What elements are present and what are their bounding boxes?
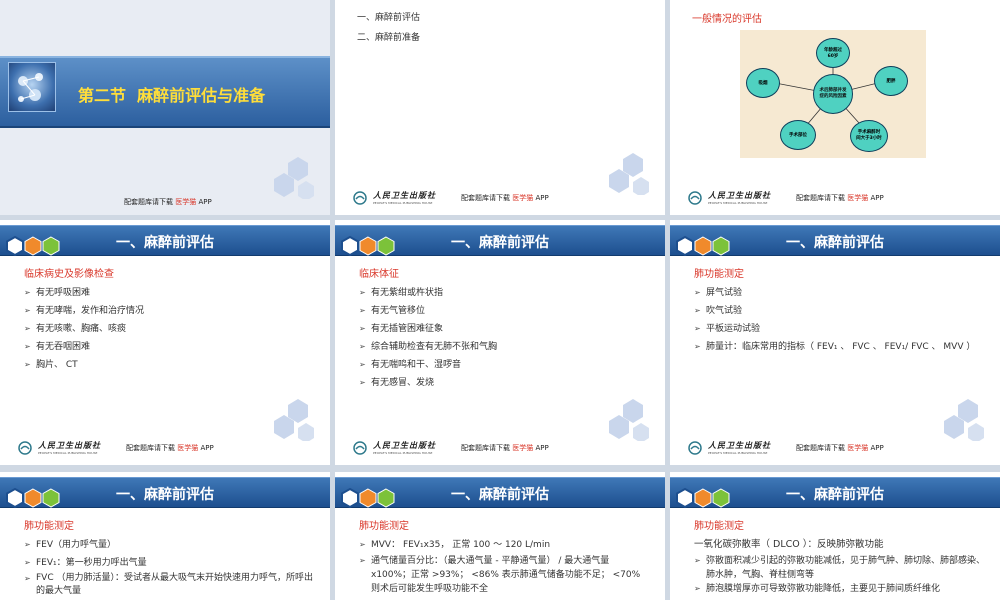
molecule-icon xyxy=(18,73,43,102)
bullet-item: 有无感冒、发烧 xyxy=(359,374,651,392)
bullet-item: FEV₁：第一秒用力呼出气量 xyxy=(24,554,316,572)
bullet-item: 肺泡膜增厚亦可导致弥散功能降低，主要见于肺间质纤维化 xyxy=(694,582,986,596)
section-bar: 一、麻醉前评估 xyxy=(335,225,665,256)
section-bar: 一、麻醉前评估 xyxy=(0,225,330,256)
publisher-icon xyxy=(688,441,702,455)
publisher-icon xyxy=(353,441,367,455)
slide-heading: 肺功能测定 xyxy=(24,521,74,532)
slide-subheading: 一氧化碳弥散率（ DLCO ）：反映肺弥散功能 xyxy=(694,539,884,550)
publisher-logo: 人民卫生出版社 PEOPLE'S MEDICAL PUBLISHING HOUS… xyxy=(18,440,108,457)
hex-decoration xyxy=(274,157,314,199)
slide-1[interactable]: 第二节 麻醉前评估与准备 配套题库请下载 医学猫 APP xyxy=(0,0,330,215)
footer: 人民卫生出版社 PEOPLE'S MEDICAL PUBLISHING HOUS… xyxy=(353,190,665,207)
diagram-node: 手术部位 xyxy=(780,120,816,150)
diagram-center: 术后肺部并发症的风险因素 xyxy=(813,74,853,114)
section-title: 一、麻醉前评估 xyxy=(451,235,549,251)
app-download-note: 配套题库请下载 医学猫 APP xyxy=(461,194,549,202)
slide-heading: 一般情况的评估 xyxy=(692,14,762,25)
bullet-item: 肺量计：临床常用的指标（ FEV₁ 、 FVC 、 FEV₁/ FVC 、 MV… xyxy=(694,338,986,356)
section-bar: 一、麻醉前评估 xyxy=(670,225,1000,256)
slide-7[interactable]: 一、麻醉前评估 肺功能测定 FEV（用力呼气量） FEV₁：第一秒用力呼出气量 … xyxy=(0,472,330,600)
hex-decoration xyxy=(944,399,984,441)
bullet-item: 有无插管困难征象 xyxy=(359,320,651,338)
bullet-item: MVV： FEV₁x35， 正常 100 ～ 120 L/min xyxy=(359,536,651,554)
app-download-note: 配套题库请下载 医学猫 APP xyxy=(461,444,549,452)
bullet-item: 平板运动试验 xyxy=(694,320,986,338)
diagram-node: 年龄超过60岁 xyxy=(816,38,850,68)
slide-heading: 肺功能测定 xyxy=(359,521,409,532)
footer: 人民卫生出版社 PEOPLE'S MEDICAL PUBLISHING HOUS… xyxy=(353,440,665,457)
publisher-logo: 人民卫生出版社 PEOPLE'S MEDICAL PUBLISHING HOUS… xyxy=(688,190,778,207)
section-bar: 一、麻醉前评估 xyxy=(335,477,665,508)
hex-decoration xyxy=(609,153,649,195)
slide-heading: 临床病史及影像检查 xyxy=(24,269,114,280)
slide-2[interactable]: 一、麻醉前评估 二、麻醉前准备 人民卫生出版社 PEOPLE'S MEDICAL… xyxy=(335,0,665,215)
bullet-item: 弥散面积减少引起的弥散功能减低，见于肺气肿、肺切除、肺部感染、肺水肿，气胸、脊柱… xyxy=(694,554,986,582)
bullet-item: 通气储量百分比：（最大通气量 - 平静通气量） / 最大通气量 x100%；正常… xyxy=(359,554,651,596)
bullet-item: 有无紫绀或杵状指 xyxy=(359,284,651,302)
slide-body: 肺功能测定 FEV（用力呼气量） FEV₁：第一秒用力呼出气量 FVC （用力肺… xyxy=(24,518,316,598)
app-download-note: 配套题库请下载 医学猫 APP xyxy=(796,444,884,452)
slide-body: 肺功能测定 一氧化碳弥散率（ DLCO ）：反映肺弥散功能 弥散面积减少引起的弥… xyxy=(694,518,986,596)
slide-6[interactable]: 一、麻醉前评估 肺功能测定 屏气试验 吹气试验 平板运动试验 肺量计：临床常用的… xyxy=(670,220,1000,465)
app-download-note: 配套题库请下载 医学猫 APP xyxy=(796,194,884,202)
bullet-item: 有无吞咽困难 xyxy=(24,338,316,356)
section-title: 一、麻醉前评估 xyxy=(116,487,214,503)
publisher-logo: 人民卫生出版社 PEOPLE'S MEDICAL PUBLISHING HOUS… xyxy=(353,440,443,457)
section-title: 一、麻醉前评估 xyxy=(116,235,214,251)
app-download-note: 配套题库请下载 医学猫 APP xyxy=(126,444,214,452)
bullet-item: 有无呼吸困难 xyxy=(24,284,316,302)
hex-decoration xyxy=(274,399,314,441)
publisher-logo: 人民卫生出版社 PEOPLE'S MEDICAL PUBLISHING HOUS… xyxy=(688,440,778,457)
bullet-item: 吹气试验 xyxy=(694,302,986,320)
hex-decoration xyxy=(609,399,649,441)
banner-photo xyxy=(8,62,56,112)
bullet-item: FVC （用力肺活量）：受试者从最大吸气末开始快速用力呼气，所呼出的最大气量 xyxy=(24,572,316,598)
bullet-item: FEV（用力呼气量） xyxy=(24,536,316,554)
slide-body: 临床体征 有无紫绀或杵状指 有无气管移位 有无插管困难征象 综合辅助检查有无肺不… xyxy=(359,266,651,392)
diagram-node: 吸烟 xyxy=(746,68,780,98)
publisher-logo: 人民卫生出版社 PEOPLE'S MEDICAL PUBLISHING HOUS… xyxy=(353,190,443,207)
diagram-node: 手术麻醉时间大于3小时 xyxy=(850,120,888,152)
section-bar: 一、麻醉前评估 xyxy=(0,477,330,508)
footer: 人民卫生出版社 PEOPLE'S MEDICAL PUBLISHING HOUS… xyxy=(688,190,1000,207)
section-bar: 一、麻醉前评估 xyxy=(670,477,1000,508)
slide-heading: 肺功能测定 xyxy=(694,521,744,532)
publisher-icon xyxy=(18,441,32,455)
slide-8[interactable]: 一、麻醉前评估 肺功能测定 MVV： FEV₁x35， 正常 100 ～ 120… xyxy=(335,472,665,600)
publisher-icon xyxy=(353,191,367,205)
bullet-item: 有无咳嗽、胸痛、咳痰 xyxy=(24,320,316,338)
footer: 人民卫生出版社 PEOPLE'S MEDICAL PUBLISHING HOUS… xyxy=(18,440,330,457)
slide-9[interactable]: 一、麻醉前评估 肺功能测定 一氧化碳弥散率（ DLCO ）：反映肺弥散功能 弥散… xyxy=(670,472,1000,600)
publisher-icon xyxy=(688,191,702,205)
diagram-node: 肥胖 xyxy=(874,66,908,96)
toc-list: 一、麻醉前评估 二、麻醉前准备 xyxy=(357,8,420,48)
section-title: 一、麻醉前评估 xyxy=(786,235,884,251)
slide-body: 肺功能测定 MVV： FEV₁x35， 正常 100 ～ 120 L/min 通… xyxy=(359,518,651,596)
slide-heading: 肺功能测定 xyxy=(694,269,744,280)
slide-4[interactable]: 一、麻醉前评估 临床病史及影像检查 有无呼吸困难 有无哮喘，发作和治疗情况 有无… xyxy=(0,220,330,465)
slide-heading: 临床体征 xyxy=(359,269,399,280)
slide-title: 第二节 麻醉前评估与准备 xyxy=(78,86,266,105)
slide-body: 肺功能测定 屏气试验 吹气试验 平板运动试验 肺量计：临床常用的指标（ FEV₁… xyxy=(694,266,986,356)
section-title: 一、麻醉前评估 xyxy=(786,487,884,503)
slide-5[interactable]: 一、麻醉前评估 临床体征 有无紫绀或杵状指 有无气管移位 有无插管困难征象 综合… xyxy=(335,220,665,465)
slide-body: 临床病史及影像检查 有无呼吸困难 有无哮喘，发作和治疗情况 有无咳嗽、胸痛、咳痰… xyxy=(24,266,316,374)
footer: 人民卫生出版社 PEOPLE'S MEDICAL PUBLISHING HOUS… xyxy=(688,440,1000,457)
bullet-item: 有无气管移位 xyxy=(359,302,651,320)
toc-item[interactable]: 二、麻醉前准备 xyxy=(357,28,420,48)
bullet-item: 综合辅助检查有无肺不张和气胸 xyxy=(359,338,651,356)
slide-3[interactable]: 一般情况的评估 术后肺部并发症的风险因素 年龄超过60岁 肥胖 手术麻醉时间大于… xyxy=(670,0,1000,215)
toc-item[interactable]: 一、麻醉前评估 xyxy=(357,8,420,28)
bullet-item: 有无哮喘，发作和治疗情况 xyxy=(24,302,316,320)
bullet-item: 屏气试验 xyxy=(694,284,986,302)
footer: 配套题库请下载 医学猫 APP xyxy=(124,198,212,206)
section-title: 一、麻醉前评估 xyxy=(451,487,549,503)
bullet-item: 有无喘鸣和干、湿啰音 xyxy=(359,356,651,374)
bullet-item: 胸片、 CT xyxy=(24,356,316,374)
risk-diagram: 术后肺部并发症的风险因素 年龄超过60岁 肥胖 手术麻醉时间大于3小时 手术部位… xyxy=(740,30,926,158)
